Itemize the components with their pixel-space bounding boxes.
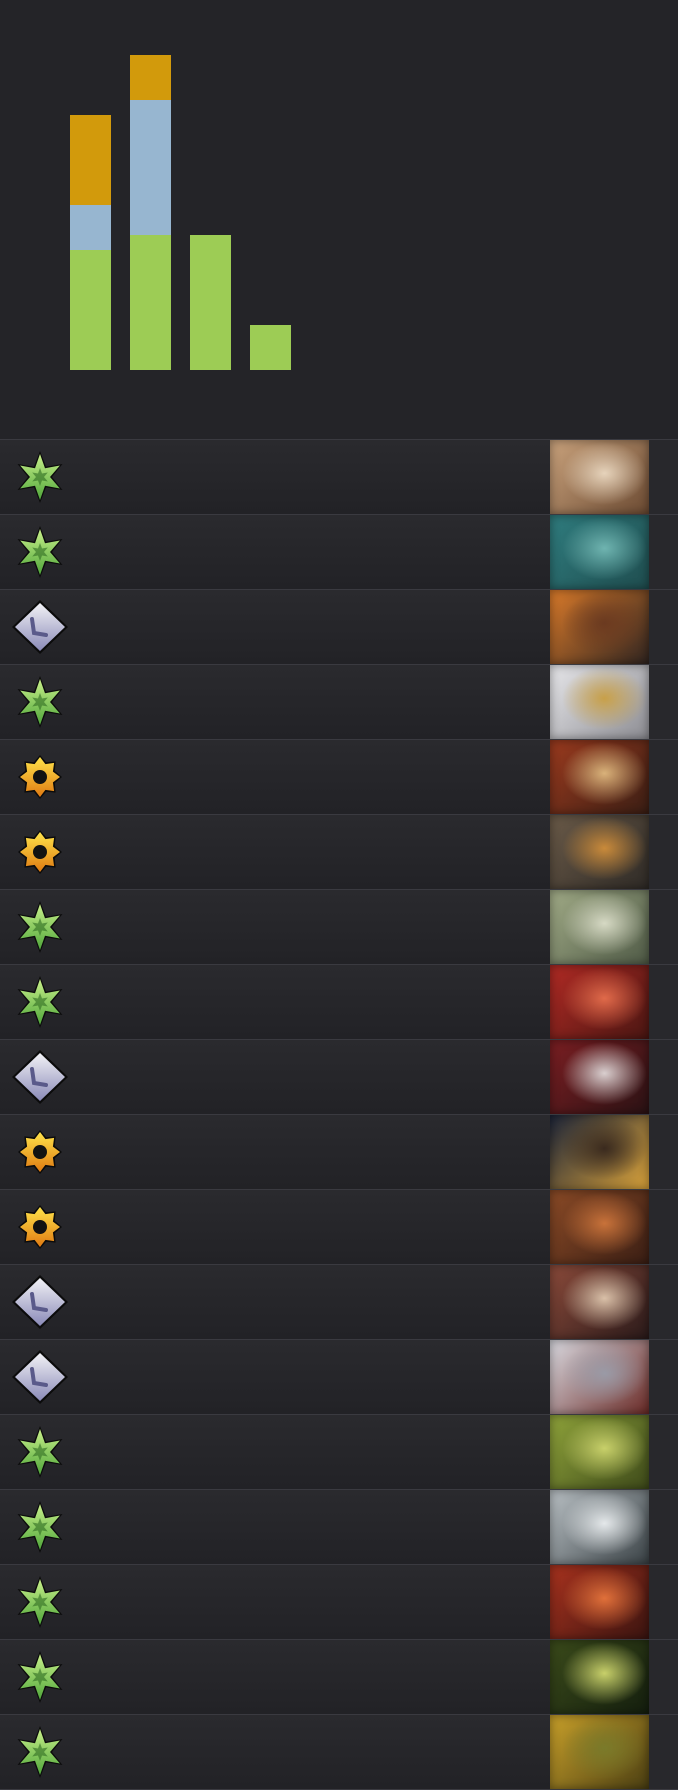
card-row[interactable] — [0, 1565, 678, 1640]
rarity-chart — [70, 55, 291, 370]
card-row[interactable] — [0, 1115, 678, 1190]
card-art-thumbnail — [550, 1715, 649, 1789]
row-end-spacer — [649, 665, 678, 739]
card-row[interactable] — [0, 815, 678, 890]
card-art-thumbnail — [550, 1490, 649, 1564]
card-row[interactable] — [0, 1040, 678, 1115]
bar-segment-1-1 — [130, 100, 171, 235]
card-art-thumbnail — [550, 1115, 649, 1189]
card-art-thumbnail — [550, 440, 649, 514]
row-end-spacer — [649, 1340, 678, 1414]
card-row[interactable] — [0, 515, 678, 590]
card-row[interactable] — [0, 890, 678, 965]
bar-segment-2-0 — [190, 235, 231, 370]
green-star-icon — [17, 1726, 63, 1778]
gold-gear-icon — [18, 830, 62, 874]
card-art-thumbnail — [550, 1640, 649, 1714]
card-row[interactable] — [0, 1265, 678, 1340]
row-end-spacer — [649, 740, 678, 814]
green-star-icon — [17, 1501, 63, 1553]
card-art-thumbnail — [550, 965, 649, 1039]
row-end-spacer — [649, 1490, 678, 1564]
card-row[interactable] — [0, 1415, 678, 1490]
row-end-spacer — [649, 1265, 678, 1339]
row-end-spacer — [649, 815, 678, 889]
row-end-spacer — [649, 515, 678, 589]
card-art-thumbnail — [550, 1190, 649, 1264]
card-row[interactable] — [0, 440, 678, 515]
card-row[interactable] — [0, 665, 678, 740]
green-star-icon — [17, 901, 63, 953]
row-end-spacer — [649, 440, 678, 514]
silver-diamond-icon — [12, 600, 68, 654]
card-list — [0, 440, 678, 1790]
gold-gear-icon — [18, 1205, 62, 1249]
green-star-icon — [17, 1651, 63, 1703]
card-art-thumbnail — [550, 1040, 649, 1114]
gold-gear-icon — [18, 755, 62, 799]
row-end-spacer — [649, 1115, 678, 1189]
row-end-spacer — [649, 965, 678, 1039]
card-row[interactable] — [0, 740, 678, 815]
card-row[interactable] — [0, 965, 678, 1040]
card-art-thumbnail — [550, 815, 649, 889]
green-star-icon — [17, 451, 63, 503]
card-art-thumbnail — [550, 890, 649, 964]
bar-segment-1-2 — [130, 55, 171, 100]
green-star-icon — [17, 1576, 63, 1628]
rarity-chart-panel — [0, 0, 678, 440]
card-art-thumbnail — [550, 665, 649, 739]
bar-segment-0-2 — [70, 115, 111, 205]
card-row[interactable] — [0, 1340, 678, 1415]
row-end-spacer — [649, 1715, 678, 1789]
card-row[interactable] — [0, 1640, 678, 1715]
bar-segment-1-0 — [130, 235, 171, 370]
card-art-thumbnail — [550, 515, 649, 589]
card-art-thumbnail — [550, 1565, 649, 1639]
green-star-icon — [17, 976, 63, 1028]
row-end-spacer — [649, 1190, 678, 1264]
gold-gear-icon — [18, 1130, 62, 1174]
silver-diamond-icon — [12, 1275, 68, 1329]
green-star-icon — [17, 1426, 63, 1478]
silver-diamond-icon — [12, 1350, 68, 1404]
row-end-spacer — [649, 1415, 678, 1489]
row-end-spacer — [649, 1040, 678, 1114]
row-end-spacer — [649, 590, 678, 664]
card-art-thumbnail — [550, 1340, 649, 1414]
row-end-spacer — [649, 890, 678, 964]
bar-segment-3-0 — [250, 325, 291, 370]
silver-diamond-icon — [12, 1050, 68, 1104]
card-art-thumbnail — [550, 1415, 649, 1489]
card-row[interactable] — [0, 1715, 678, 1790]
green-star-icon — [17, 676, 63, 728]
card-art-thumbnail — [550, 1265, 649, 1339]
card-row[interactable] — [0, 1490, 678, 1565]
row-end-spacer — [649, 1640, 678, 1714]
bar-segment-0-0 — [70, 250, 111, 370]
card-art-thumbnail — [550, 740, 649, 814]
bar-segment-0-1 — [70, 205, 111, 250]
card-art-thumbnail — [550, 590, 649, 664]
green-star-icon — [17, 526, 63, 578]
row-end-spacer — [649, 1565, 678, 1639]
card-row[interactable] — [0, 590, 678, 665]
card-row[interactable] — [0, 1190, 678, 1265]
